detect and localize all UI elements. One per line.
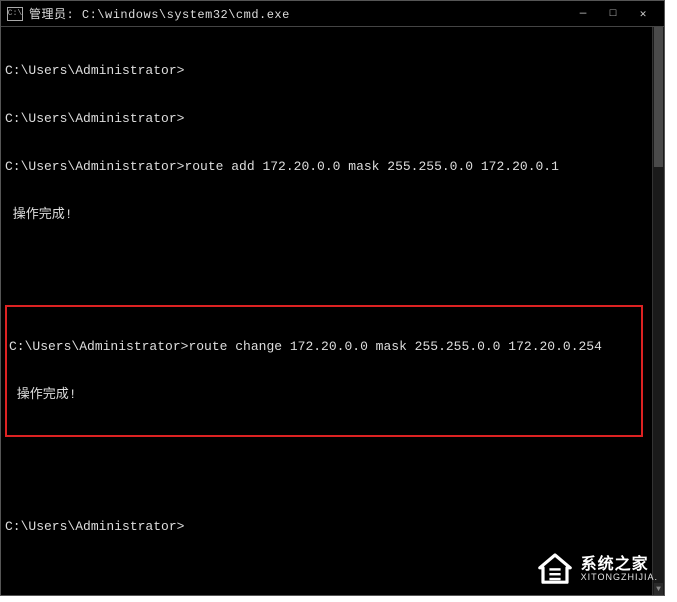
prompt-line: C:\Users\Administrator> [5, 63, 648, 79]
cmd-window: C:\ 管理员: C:\windows\system32\cmd.exe — □… [0, 0, 665, 596]
cmd-icon-label: C:\ [8, 9, 22, 18]
output-line: 操作完成! [5, 207, 648, 223]
watermark-house-icon [535, 550, 575, 589]
prompt-line: C:\Users\Administrator> [5, 519, 648, 535]
cmd-icon: C:\ [7, 7, 23, 21]
close-button[interactable]: ✕ [628, 2, 658, 26]
maximize-button[interactable]: □ [598, 2, 628, 26]
minimize-button[interactable]: — [568, 2, 598, 26]
command-line: C:\Users\Administrator>route change 172.… [9, 339, 639, 355]
watermark: 系统之家 XITONGZHIJIA. [535, 550, 658, 589]
vertical-scrollbar[interactable]: ▲ ▼ [652, 27, 664, 595]
watermark-subtitle: XITONGZHIJIA. [581, 573, 658, 583]
watermark-title: 系统之家 [581, 556, 658, 574]
output-line: 操作完成! [9, 387, 639, 403]
window-controls: — □ ✕ [568, 2, 658, 26]
watermark-text: 系统之家 XITONGZHIJIA. [581, 556, 658, 583]
window-title: 管理员: C:\windows\system32\cmd.exe [29, 5, 568, 22]
blank-line [5, 471, 648, 487]
command-line: C:\Users\Administrator>route add 172.20.… [5, 159, 648, 175]
blank-line [5, 255, 648, 271]
prompt-line: C:\Users\Administrator> [5, 111, 648, 127]
terminal-area[interactable]: C:\Users\Administrator> C:\Users\Adminis… [1, 27, 652, 595]
highlight-box: C:\Users\Administrator>route change 172.… [5, 305, 643, 437]
titlebar[interactable]: C:\ 管理员: C:\windows\system32\cmd.exe — □… [1, 1, 664, 27]
scroll-thumb[interactable] [654, 27, 663, 167]
